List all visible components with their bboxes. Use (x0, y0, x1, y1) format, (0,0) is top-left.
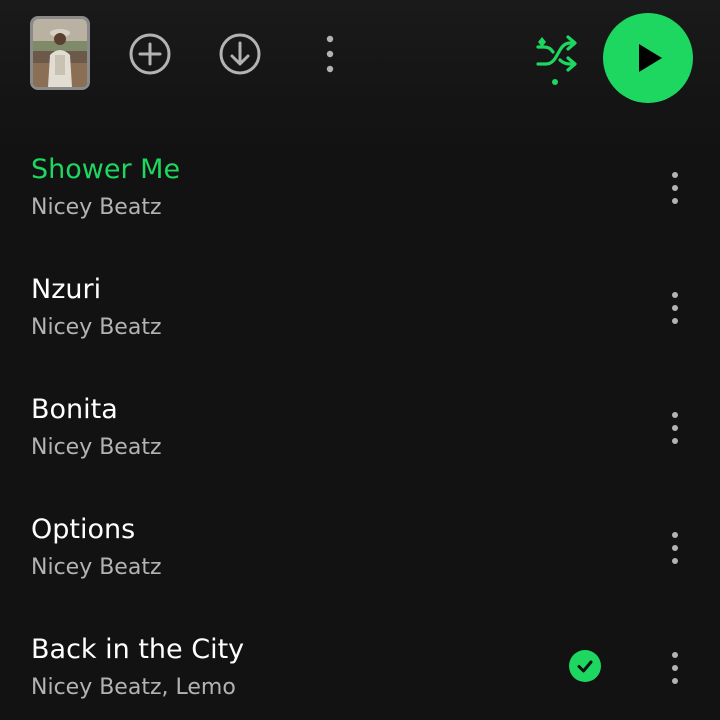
action-toolbar (0, 0, 720, 110)
track-title: Bonita (31, 394, 118, 425)
album-cover[interactable] (30, 16, 90, 90)
track-row[interactable]: Back in the City Nicey Beatz, Lemo (0, 632, 720, 720)
track-title: Back in the City (31, 634, 245, 665)
playlist-screen: Shower Me Nicey Beatz Nzuri Nicey Beatz … (0, 0, 720, 720)
track-row[interactable]: Bonita Nicey Beatz (0, 392, 720, 512)
track-more-icon[interactable] (663, 530, 687, 566)
track-row[interactable]: Options Nicey Beatz (0, 512, 720, 632)
track-row[interactable]: Shower Me Nicey Beatz (0, 152, 720, 272)
download-icon[interactable] (218, 32, 262, 76)
track-artist: Nicey Beatz (31, 195, 162, 220)
track-artist: Nicey Beatz (31, 315, 162, 340)
track-artist: Nicey Beatz (31, 555, 162, 580)
add-icon[interactable] (128, 32, 172, 76)
track-title: Options (31, 514, 136, 545)
track-more-icon[interactable] (663, 650, 687, 686)
play-icon (639, 44, 662, 72)
track-more-icon[interactable] (663, 170, 687, 206)
track-row[interactable]: Nzuri Nicey Beatz (0, 272, 720, 392)
album-cover-image (33, 19, 87, 87)
downloaded-check-icon (569, 650, 601, 682)
more-options-icon[interactable] (318, 33, 342, 75)
track-more-icon[interactable] (663, 410, 687, 446)
track-artist: Nicey Beatz (31, 435, 162, 460)
smart-shuffle-icon[interactable] (530, 30, 580, 86)
track-title: Shower Me (31, 154, 181, 185)
play-button[interactable] (603, 13, 693, 103)
track-artist: Nicey Beatz, Lemo (31, 675, 236, 700)
track-title: Nzuri (31, 274, 102, 305)
track-more-icon[interactable] (663, 290, 687, 326)
